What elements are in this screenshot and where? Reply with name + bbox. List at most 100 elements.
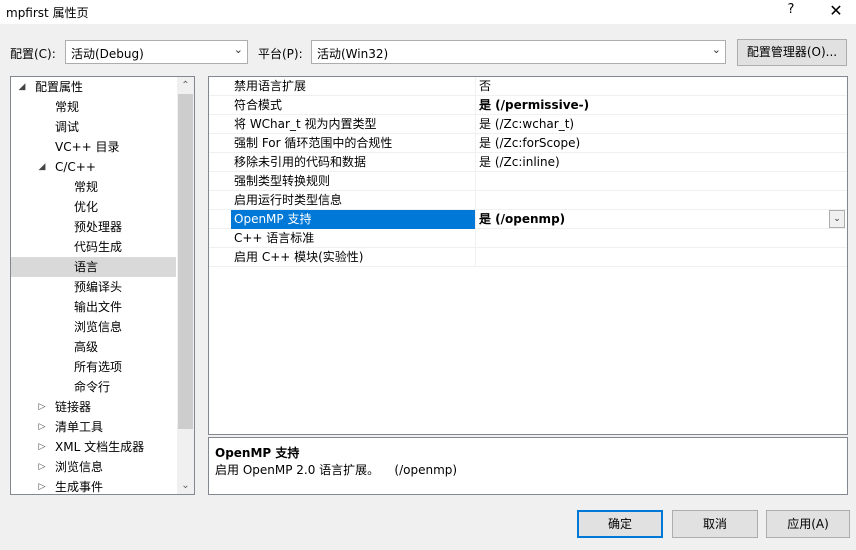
tree-item-output-files[interactable]: 输出文件 (11, 297, 176, 317)
apply-button[interactable]: 应用(A) (766, 510, 850, 538)
tree-item-code-generation[interactable]: 代码生成 (11, 237, 176, 257)
close-button[interactable]: ✕ (824, 0, 848, 22)
tree-item-browse-info-2[interactable]: ▷ 浏览信息 (11, 457, 176, 477)
tree-item-label: 调试 (55, 120, 80, 134)
property-name: 强制 For 循环范围中的合规性 (231, 134, 476, 153)
tree-item-debugging[interactable]: 调试 (11, 117, 176, 137)
tree-item-label: 浏览信息 (74, 320, 123, 334)
property-row[interactable]: 符合模式 是 (/permissive-) (209, 96, 847, 115)
property-name: 强制类型转换规则 (231, 172, 476, 191)
property-row[interactable]: 启用 C++ 模块(实验性) (209, 248, 847, 267)
collapsed-arrow-icon[interactable]: ▷ (36, 477, 48, 494)
tree-item-label: 预编译头 (74, 280, 123, 294)
tree-item-preprocessor[interactable]: 预处理器 (11, 217, 176, 237)
property-name: 将 WChar_t 视为内置类型 (231, 115, 476, 134)
help-button[interactable]: ? (784, 2, 798, 17)
property-name: OpenMP 支持 (231, 210, 476, 229)
chevron-down-icon: ⌄ (711, 43, 721, 56)
tree-item-label: XML 文档生成器 (55, 440, 145, 454)
chevron-down-icon: ⌄ (233, 43, 243, 56)
tree-item-label: 优化 (74, 200, 99, 214)
tree-item-manifest-tool[interactable]: ▷ 清单工具 (11, 417, 176, 437)
property-row[interactable]: 将 WChar_t 视为内置类型 是 (/Zc:wchar_t) (209, 115, 847, 134)
tree-item-label: 输出文件 (74, 300, 123, 314)
tree-item-label: C/C++ (55, 160, 96, 174)
tree-item-advanced[interactable]: 高级 (11, 337, 176, 357)
window-title: mpfirst 属性页 (6, 6, 89, 20)
tree-item-general[interactable]: 常规 (11, 97, 176, 117)
property-row-selected[interactable]: OpenMP 支持 是 (/openmp) ⌄ (209, 210, 847, 229)
config-label: 配置(C): (10, 47, 56, 61)
property-name: 启用 C++ 模块(实验性) (231, 248, 476, 267)
property-row[interactable]: 强制 For 循环范围中的合规性 是 (/Zc:forScope) (209, 134, 847, 153)
tree-item-label: 预处理器 (74, 220, 123, 234)
tree-item-cpp[interactable]: ◢ C/C++ (11, 157, 176, 177)
platform-label: 平台(P): (258, 47, 303, 61)
tree-item-cpp-general[interactable]: 常规 (11, 177, 176, 197)
description-panel: OpenMP 支持 启用 OpenMP 2.0 语言扩展。 (/openmp) (208, 437, 848, 495)
ok-button[interactable]: 确定 (577, 510, 663, 538)
scroll-up-icon[interactable]: ⌃ (177, 77, 194, 94)
tree-item-label: 高级 (74, 340, 99, 354)
property-name: 符合模式 (231, 96, 476, 115)
tree-item-label: 常规 (55, 100, 80, 114)
property-name: 禁用语言扩展 (231, 77, 476, 96)
collapsed-arrow-icon[interactable]: ▷ (36, 397, 48, 417)
property-name: 启用运行时类型信息 (231, 191, 476, 210)
property-value: 是 (/Zc:wchar_t) (479, 117, 575, 131)
tree-item-label: 生成事件 (55, 480, 104, 494)
platform-value: 活动(Win32) (317, 47, 389, 61)
tree-item-build-events[interactable]: ▷ 生成事件 (11, 477, 176, 494)
property-value: 是 (/Zc:forScope) (479, 136, 581, 150)
property-row[interactable]: C++ 语言标准 (209, 229, 847, 248)
tree-item-label: 语言 (74, 260, 99, 274)
scroll-down-icon[interactable]: ⌄ (177, 477, 194, 494)
tree-item-label: 链接器 (55, 400, 92, 414)
tree-item-all-options[interactable]: 所有选项 (11, 357, 176, 377)
tree-scrollbar[interactable]: ⌃ ⌄ (177, 77, 194, 494)
tree-item-config-properties[interactable]: ◢ 配置属性 (11, 77, 176, 97)
config-value: 活动(Debug) (71, 47, 144, 61)
platform-select[interactable]: 活动(Win32) ⌄ (311, 40, 726, 64)
collapsed-arrow-icon[interactable]: ▷ (36, 457, 48, 477)
tree-item-vc-directories[interactable]: VC++ 目录 (11, 137, 176, 157)
config-manager-button[interactable]: 配置管理器(O)... (737, 39, 847, 66)
collapsed-arrow-icon[interactable]: ▷ (36, 417, 48, 437)
expanded-arrow-icon[interactable]: ◢ (16, 77, 28, 97)
tree-item-language[interactable]: 语言 (11, 257, 176, 277)
property-row[interactable]: 强制类型转换规则 (209, 172, 847, 191)
tree-item-precompiled-headers[interactable]: 预编译头 (11, 277, 176, 297)
tree-item-command-line[interactable]: 命令行 (11, 377, 176, 397)
tree-item-label: 常规 (74, 180, 99, 194)
tree-item-label: 所有选项 (74, 360, 123, 374)
scrollbar-thumb[interactable] (178, 94, 193, 429)
tree-item-label: 浏览信息 (55, 460, 104, 474)
property-value: 是 (/Zc:inline) (479, 155, 560, 169)
property-row[interactable]: 禁用语言扩展 否 (209, 77, 847, 96)
property-grid[interactable]: 禁用语言扩展 否 符合模式 是 (/permissive-) 将 WChar_t… (208, 76, 848, 435)
expanded-arrow-icon[interactable]: ◢ (36, 157, 48, 177)
property-tree[interactable]: ◢ 配置属性 常规 调试 VC++ 目录 ◢ C/C++ 常规 优化 预处理器 … (10, 76, 195, 495)
title-bar: mpfirst 属性页 ? ✕ (0, 0, 856, 24)
tree-item-label: 命令行 (74, 380, 111, 394)
tree-item-linker[interactable]: ▷ 链接器 (11, 397, 176, 417)
property-value[interactable]: 是 (/openmp) (479, 210, 565, 229)
tree-item-label: 代码生成 (74, 240, 123, 254)
property-value: 否 (479, 79, 492, 93)
property-value: 是 (/permissive-) (479, 98, 590, 112)
property-row[interactable]: 启用运行时类型信息 (209, 191, 847, 210)
cancel-button[interactable]: 取消 (672, 510, 758, 538)
tree-item-label: VC++ 目录 (55, 140, 120, 154)
chevron-down-icon[interactable]: ⌄ (829, 210, 845, 228)
tree-item-label: 配置属性 (35, 80, 84, 94)
tree-item-xml-doc-generator[interactable]: ▷ XML 文档生成器 (11, 437, 176, 457)
tree-item-optimization[interactable]: 优化 (11, 197, 176, 217)
description-text: 启用 OpenMP 2.0 语言扩展。 (/openmp) (215, 463, 458, 477)
description-title: OpenMP 支持 (215, 446, 300, 460)
property-name: C++ 语言标准 (231, 229, 476, 248)
property-row[interactable]: 移除未引用的代码和数据 是 (/Zc:inline) (209, 153, 847, 172)
config-select[interactable]: 活动(Debug) ⌄ (65, 40, 248, 64)
property-name: 移除未引用的代码和数据 (231, 153, 476, 172)
tree-item-browse-info[interactable]: 浏览信息 (11, 317, 176, 337)
collapsed-arrow-icon[interactable]: ▷ (36, 437, 48, 457)
